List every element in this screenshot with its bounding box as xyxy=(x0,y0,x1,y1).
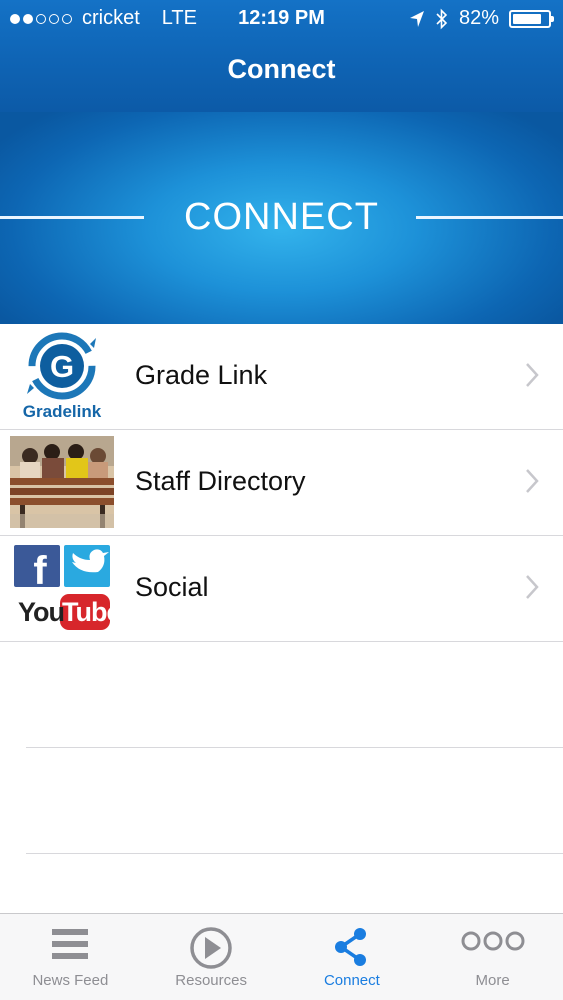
battery-percent: 82% xyxy=(458,7,499,29)
chevron-right-icon xyxy=(526,469,539,493)
tab-label: News Feed xyxy=(32,972,109,989)
location-arrow-icon xyxy=(409,10,424,27)
svg-text:G: G xyxy=(50,349,74,384)
tab-label: Connect xyxy=(323,972,380,989)
gradelink-logo-icon: G Gradelink xyxy=(10,330,114,422)
tab-resources[interactable]: Resources xyxy=(141,914,282,1000)
share-icon xyxy=(334,928,366,966)
page-title: Connect xyxy=(227,54,336,84)
play-icon xyxy=(190,927,232,969)
youtube-tube-text: Tube xyxy=(62,597,121,627)
list-item-label: Grade Link xyxy=(135,360,268,390)
list-icon xyxy=(52,929,89,959)
list-item-staff-directory[interactable]: Staff Directory xyxy=(0,430,563,536)
tab-connect[interactable]: Connect xyxy=(282,914,423,1000)
chevron-right-icon xyxy=(526,575,539,599)
chevron-right-icon xyxy=(526,363,539,387)
list-item-grade-link[interactable]: G Gradelink Grade Link xyxy=(0,324,563,430)
list-item-social[interactable]: f You Tube Social xyxy=(0,536,563,642)
connect-banner: CONNECT xyxy=(0,112,563,324)
status-bar: cricket LTE 12:19 PM 82% xyxy=(0,0,563,38)
connect-list: G Gradelink Grade Link Staff Directory f… xyxy=(0,324,563,854)
tab-label: Resources xyxy=(175,972,247,989)
tab-bar: News Feed Resources Connect More xyxy=(0,913,563,1000)
banner-rule-right xyxy=(416,216,563,219)
list-item-label: Social xyxy=(135,572,209,602)
people-on-bench-icon xyxy=(10,436,114,528)
list-item-label: Staff Directory xyxy=(135,466,306,496)
empty-row xyxy=(26,642,563,748)
status-right: 82% xyxy=(409,7,554,30)
empty-row xyxy=(26,748,563,854)
gradelink-logo-text: Gradelink xyxy=(22,402,102,421)
tab-more[interactable]: More xyxy=(422,914,563,1000)
top-bar: cricket LTE 12:19 PM 82% Connect xyxy=(0,0,563,112)
battery-icon xyxy=(509,9,554,28)
bluetooth-icon xyxy=(436,8,448,29)
svg-text:f: f xyxy=(33,549,47,593)
tab-news-feed[interactable]: News Feed xyxy=(0,914,141,1000)
social-logos-icon: f You Tube xyxy=(10,542,121,634)
youtube-you-text: You xyxy=(18,597,65,627)
tab-label: More xyxy=(475,972,510,989)
more-icon xyxy=(461,931,525,951)
